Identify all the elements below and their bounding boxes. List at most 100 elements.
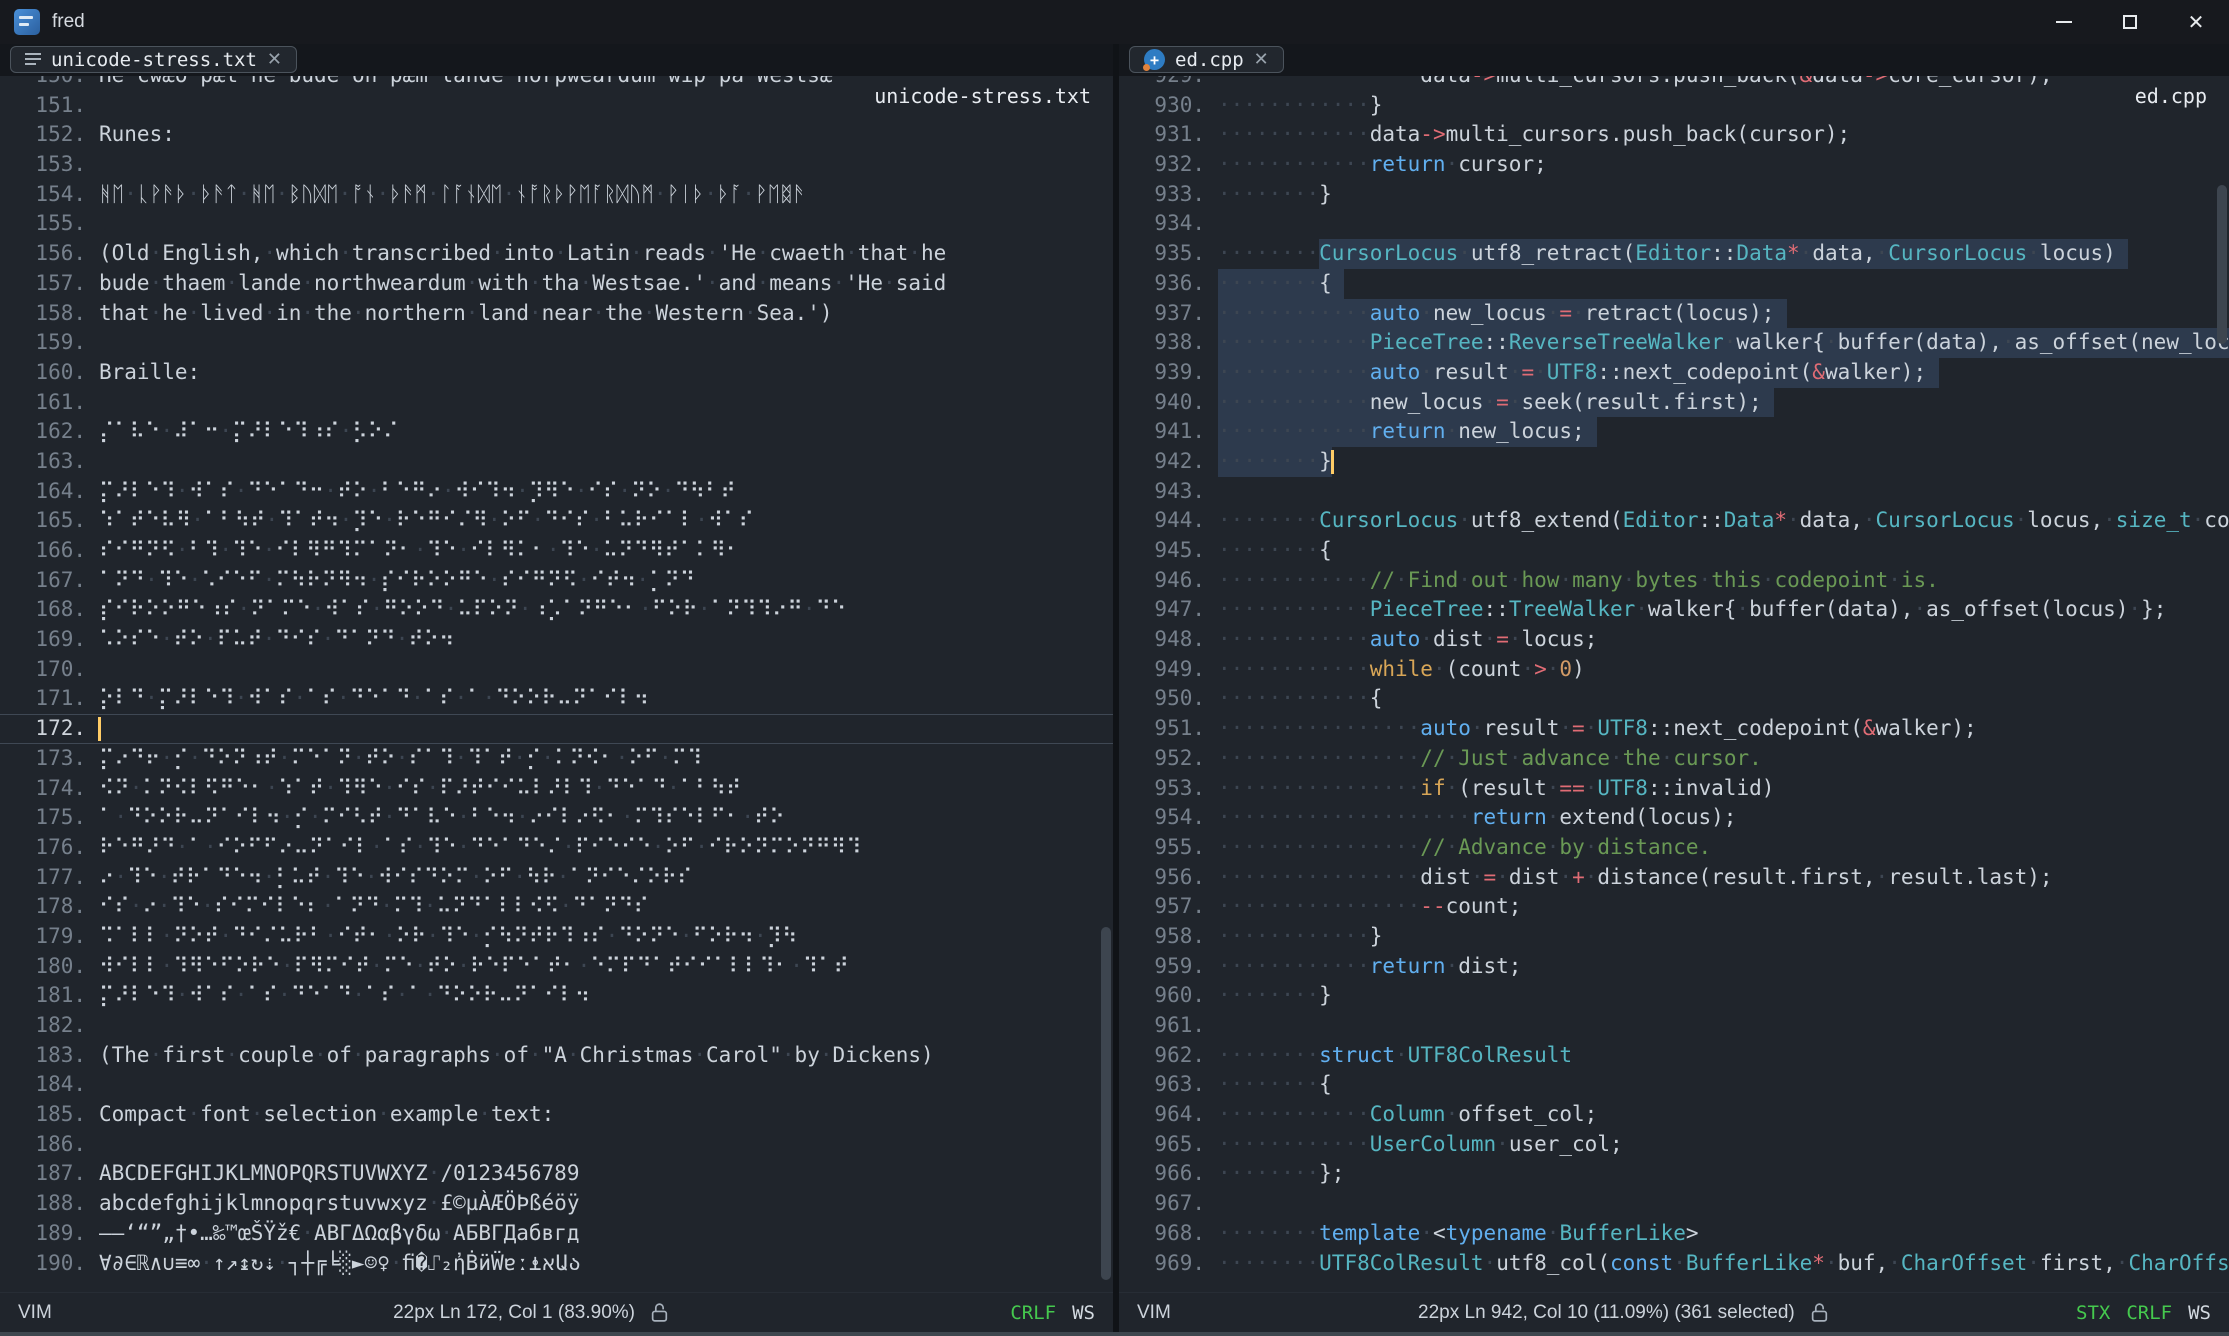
line-text[interactable]: ⡍⠜⠇⠑⠹·⠺⠁⠎·⠁⠎·⠙⠑⠁⠙·⠁⠎·⠁·⠙⠕⠕⠗⠤⠝⠁⠊⠇⠲ [99, 981, 1113, 1011]
line-text[interactable] [1218, 1011, 2229, 1041]
line-text[interactable]: ········CursorLocus·utf8_extend(Editor::… [1218, 506, 2229, 536]
line-text[interactable]: ············UserColumn·user_col; [1218, 1130, 2229, 1160]
line-text[interactable]: ⡎⠊⠗⠕⠕⠛⠑⠰⠎·⠝⠁⠍⠑·⠺⠁⠎·⠛⠕⠕⠙·⠥⠏⠕⠝·⠰⡡⠁⠝⠛⠑⠂·⠋⠕⠗… [99, 595, 1113, 625]
line-text[interactable]: Runes: [99, 120, 1113, 150]
line-text[interactable]: ⡕⠇⠙·⡍⠜⠇⠑⠹·⠺⠁⠎·⠁⠎·⠙⠑⠁⠙·⠁⠎·⠁·⠙⠕⠕⠗⠤⠝⠁⠊⠇⠲ [99, 684, 1113, 714]
cpp-file-icon: + [1144, 49, 1165, 70]
line-text[interactable]: ····················return·extend(locus)… [1218, 803, 2229, 833]
line-text[interactable]: ⠁⠝⠙·⠹⠑·⠡⠊⠑⠋·⠍⠳⠗⠝⠻⠲·⡎⠊⠗⠕⠕⠛⠑·⠎⠊⠛⠝⠫·⠊⠞⠲·⡁⠝⠙ [99, 566, 1113, 596]
line-text[interactable]: ⡍⠔⠙⠖·⡊·⠙⠕⠝⠰⠞·⠍⠑⠁⠝·⠞⠕·⠎⠁⠹·⠹⠁⠞·⡊·⠅⠝⠪⠂·⠕⠋·⠍… [99, 744, 1113, 774]
line-text[interactable]: ········} [1218, 981, 2229, 1011]
line-text[interactable] [99, 150, 1113, 180]
line-text[interactable] [99, 328, 1113, 358]
line-text[interactable] [99, 655, 1113, 685]
line-text[interactable]: –—‘“”„†•…‰™œŠŸž€·ΑΒΓΔΩαβγδω·АБВГДабвгд [99, 1219, 1113, 1249]
line-text[interactable]: (Old·English,·which·transcribed·into·Lat… [99, 239, 1113, 269]
line-text[interactable]: ············data->multi_cursors.push_bac… [1218, 120, 2229, 150]
line-text[interactable]: ············auto·dist·=·locus; [1218, 625, 2229, 655]
line-text[interactable]: ············return·cursor; [1218, 150, 2229, 180]
line-text[interactable] [99, 714, 1113, 744]
line-text[interactable]: ············return·new_locus; [1218, 417, 2229, 447]
tab-ed-cpp[interactable]: + ed.cpp ✕ [1129, 46, 1284, 73]
line-text[interactable]: ········UTF8ColResult·utf8_col(const·Buf… [1218, 1249, 2229, 1279]
tab-unicode-stress-txt[interactable]: unicode-stress.txt ✕ [10, 46, 297, 73]
line-text[interactable]: ················if·(result·==·UTF8::inva… [1218, 774, 2229, 804]
line-text[interactable]: ········} [1218, 447, 2229, 477]
left-editor-content[interactable]: 150.Hē·cwæð·þæt·hē·būde·on·þǣm·lande·nor… [0, 76, 1113, 1292]
line-text[interactable] [99, 388, 1113, 418]
line-text[interactable]: ················--count; [1218, 892, 2229, 922]
line-text[interactable]: ········{ [1218, 1070, 2229, 1100]
line-text[interactable]: (The·first·couple·of·paragraphs·of·"A·Ch… [99, 1041, 1113, 1071]
line-text[interactable] [99, 447, 1113, 477]
vertical-scrollbar[interactable] [2217, 76, 2227, 1292]
line-text[interactable]: ················data->multi_cursors.push… [1218, 76, 2229, 91]
line-text[interactable]: ············auto·new_locus·=·retract(loc… [1218, 299, 2229, 329]
line-text[interactable]: ⡌⠁⠧⠑·⠼⠁⠒·⡍⠜⠇⠑⠹⠰⠎·⡣⠕⠌ [99, 417, 1113, 447]
line-text[interactable]: ············} [1218, 91, 2229, 121]
line-text[interactable]: ⠺⠊⠇⠇·⠹⠻⠑⠋⠕⠗⠑·⠏⠻⠍⠊⠞·⠍⠑·⠞⠕·⠗⠑⠏⠑⠁⠞⠂·⠑⠍⠏⠙⠁⠞⠊… [99, 952, 1113, 982]
line-text[interactable]: ················auto·result·=·UTF8::next… [1218, 714, 2229, 744]
line-text[interactable]: ⠊⠎·⠔·⠹⠑·⠎⠊⠍⠊⠇⠑⠆·⠁⠝⠙·⠍⠹·⠥⠝⠙⠁⠇⠇⠪⠫·⠙⠁⠝⠙⠎ [99, 892, 1113, 922]
line-text[interactable] [1218, 477, 2229, 507]
line-text[interactable]: that·he·lived·in·the·northern·land·near·… [99, 299, 1113, 329]
minimize-button[interactable] [2031, 0, 2097, 44]
line-text[interactable]: ········{ [1218, 536, 2229, 566]
line-text[interactable]: ⡍⠜⠇⠑⠹·⠺⠁⠎·⠙⠑⠁⠙⠒·⠞⠕·⠃⠑⠛⠔·⠺⠊⠹⠲·⡹⠻⠑·⠊⠎·⠝⠕·⠙… [99, 477, 1113, 507]
whitespace-dots: · [1585, 776, 1598, 800]
line-text[interactable]: abcdefghijklmnopqrstuvwxyz·£©µÀÆÖÞßéöÿ [99, 1189, 1113, 1219]
line-text[interactable]: ················dist·=·dist·+·distance(r… [1218, 863, 2229, 893]
tab-close-icon[interactable]: ✕ [267, 49, 282, 70]
line-text[interactable]: ········{ [1218, 269, 2229, 299]
line-text[interactable]: ········struct·UTF8ColResult [1218, 1041, 2229, 1071]
scrollbar-thumb[interactable] [2217, 185, 2227, 343]
line-text[interactable]: ∀∂∈ℝ∧∪≡∞·↑↗↨↻⇣·┐┼╔╘░►☺♀·ﬁ�⑀₂ἠḂӥẄɐː⍎אԱა [99, 1249, 1113, 1279]
line-text[interactable]: ········} [1218, 180, 2229, 210]
line-text[interactable]: ············PieceTree::ReverseTreeWalker… [1218, 328, 2229, 358]
line-text[interactable]: ⠱⠁⠞⠑⠧⠻·⠁⠃⠳⠞·⠹⠁⠞⠲·⡹⠑·⠗⠑⠛⠊⠌⠻·⠕⠋·⠙⠊⠎·⠃⠥⠗⠊⠁⠇… [99, 506, 1113, 536]
line-text[interactable] [1218, 209, 2229, 239]
whitespace-dots: ················ [1218, 776, 1420, 800]
line-text[interactable]: ············//·Find·out·how·many·bytes·t… [1218, 566, 2229, 596]
line-text[interactable]: bude·thaem·lande·northweardum·with·tha·W… [99, 269, 1113, 299]
line-text[interactable] [99, 209, 1113, 239]
line-text[interactable]: ················//·Just·advance·the·curs… [1218, 744, 2229, 774]
line-text[interactable]: ········template·<typename·BufferLike> [1218, 1219, 2229, 1249]
close-button[interactable]: ✕ [2163, 0, 2229, 44]
line-number: 175. [0, 803, 99, 833]
line-text[interactable]: Braille: [99, 358, 1113, 388]
line-text[interactable]: ⠎⠊⠛⠝⠫·⠃⠹·⠹⠑·⠊⠇⠻⠛⠹⠍⠁⠝⠂·⠹⠑·⠊⠇⠻⠅⠂·⠹⠑·⠥⠝⠙⠻⠞⠁… [99, 536, 1113, 566]
line-text[interactable] [1218, 1189, 2229, 1219]
line-text[interactable]: ················//·Advance·by·distance. [1218, 833, 2229, 863]
scrollbar-thumb[interactable] [1101, 927, 1111, 1280]
line-text[interactable]: ············while·(count·>·0) [1218, 655, 2229, 685]
line-text[interactable]: ············Column·offset_col; [1218, 1100, 2229, 1130]
line-text[interactable] [99, 1011, 1113, 1041]
line-text[interactable]: ᚻᛖ·ᚳᚹᚫᚦ·ᚦᚫᛏ·ᚻᛖ·ᛒᚢᛞᛖ·ᚩᚾ·ᚦᚫᛗ·ᛚᚪᚾᛞᛖ·ᚾᚩᚱᚦᚹᛖᚪ… [99, 180, 1113, 210]
whitespace-dots: · [1446, 776, 1459, 800]
line-text[interactable]: ⠗⠑⠛⠜⠙·⠁·⠊⠕⠋⠋⠔⠤⠝⠁⠊⠇·⠁⠎·⠹⠑·⠙⠑⠁⠙⠑⠌·⠏⠊⠑⠊⠑·⠕⠋… [99, 833, 1113, 863]
vertical-scrollbar[interactable] [1101, 76, 1111, 1292]
line-text[interactable] [99, 1070, 1113, 1100]
line-text[interactable]: ⠩⠁⠇⠇·⠝⠕⠞·⠙⠊⠌⠥⠗⠃·⠊⠞⠂·⠕⠗·⠹⠑·⡊⠳⠝⠞⠗⠹⠰⠎·⠙⠕⠝⠑·… [99, 922, 1113, 952]
line-text[interactable] [99, 1130, 1113, 1160]
line-text[interactable]: ⠪⠝·⠅⠝⠪⠇⠫⠛⠑⠂·⠱⠁⠞·⠹⠻⠑·⠊⠎·⠏⠜⠞⠊⠊⠥⠇⠜⠇⠹·⠙⠑⠁⠙·⠁… [99, 774, 1113, 804]
line-text[interactable]: ············auto·result·=·UTF8::next_cod… [1218, 358, 2229, 388]
maximize-button[interactable] [2097, 0, 2163, 44]
line-text[interactable]: ········}; [1218, 1159, 2229, 1189]
line-text[interactable]: ············new_locus·=·seek(result.firs… [1218, 388, 2229, 418]
line-text[interactable]: ············return·dist; [1218, 952, 2229, 982]
line-text[interactable]: ············PieceTree::TreeWalker·walker… [1218, 595, 2229, 625]
line-text[interactable]: ············} [1218, 922, 2229, 952]
line-text[interactable]: ⠔·⠹⠑·⠞⠗⠁⠙⠑⠲·⡃⠥⠞·⠹⠑·⠺⠊⠎⠙⠕⠍·⠕⠋·⠳⠗·⠁⠝⠊⠑⠌⠕⠗⠎ [99, 863, 1113, 893]
line-text[interactable]: ABCDEFGHIJKLMNOPQRSTUVWXYZ·/0123456789 [99, 1159, 1113, 1189]
whitespace-dots: · [1458, 568, 1471, 592]
right-editor-content[interactable]: 929.················data->multi_cursors.… [1119, 76, 2229, 1292]
line-text[interactable]: ············{ [1218, 684, 2229, 714]
tab-close-icon[interactable]: ✕ [1254, 49, 1269, 70]
line-text[interactable]: ········CursorLocus·utf8_retract(Editor:… [1218, 239, 2229, 269]
window-bottom-edge[interactable] [0, 1332, 2229, 1336]
line-text[interactable]: Compact·font·selection·example·text: [99, 1100, 1113, 1130]
line-text[interactable]: ⠁·⠙⠕⠕⠗⠤⠝⠁⠊⠇⠲·⡊·⠍⠊⠣⠞·⠙⠁⠧⠑·⠃⠑⠲·⠔⠊⠇⠔⠫⠂·⠍⠹⠎⠑… [99, 803, 1113, 833]
line-text[interactable]: ⠡⠕⠎⠑·⠞⠕·⠏⠥⠞·⠙⠊⠎·⠙⠁⠝⠙·⠞⠕⠲ [99, 625, 1113, 655]
